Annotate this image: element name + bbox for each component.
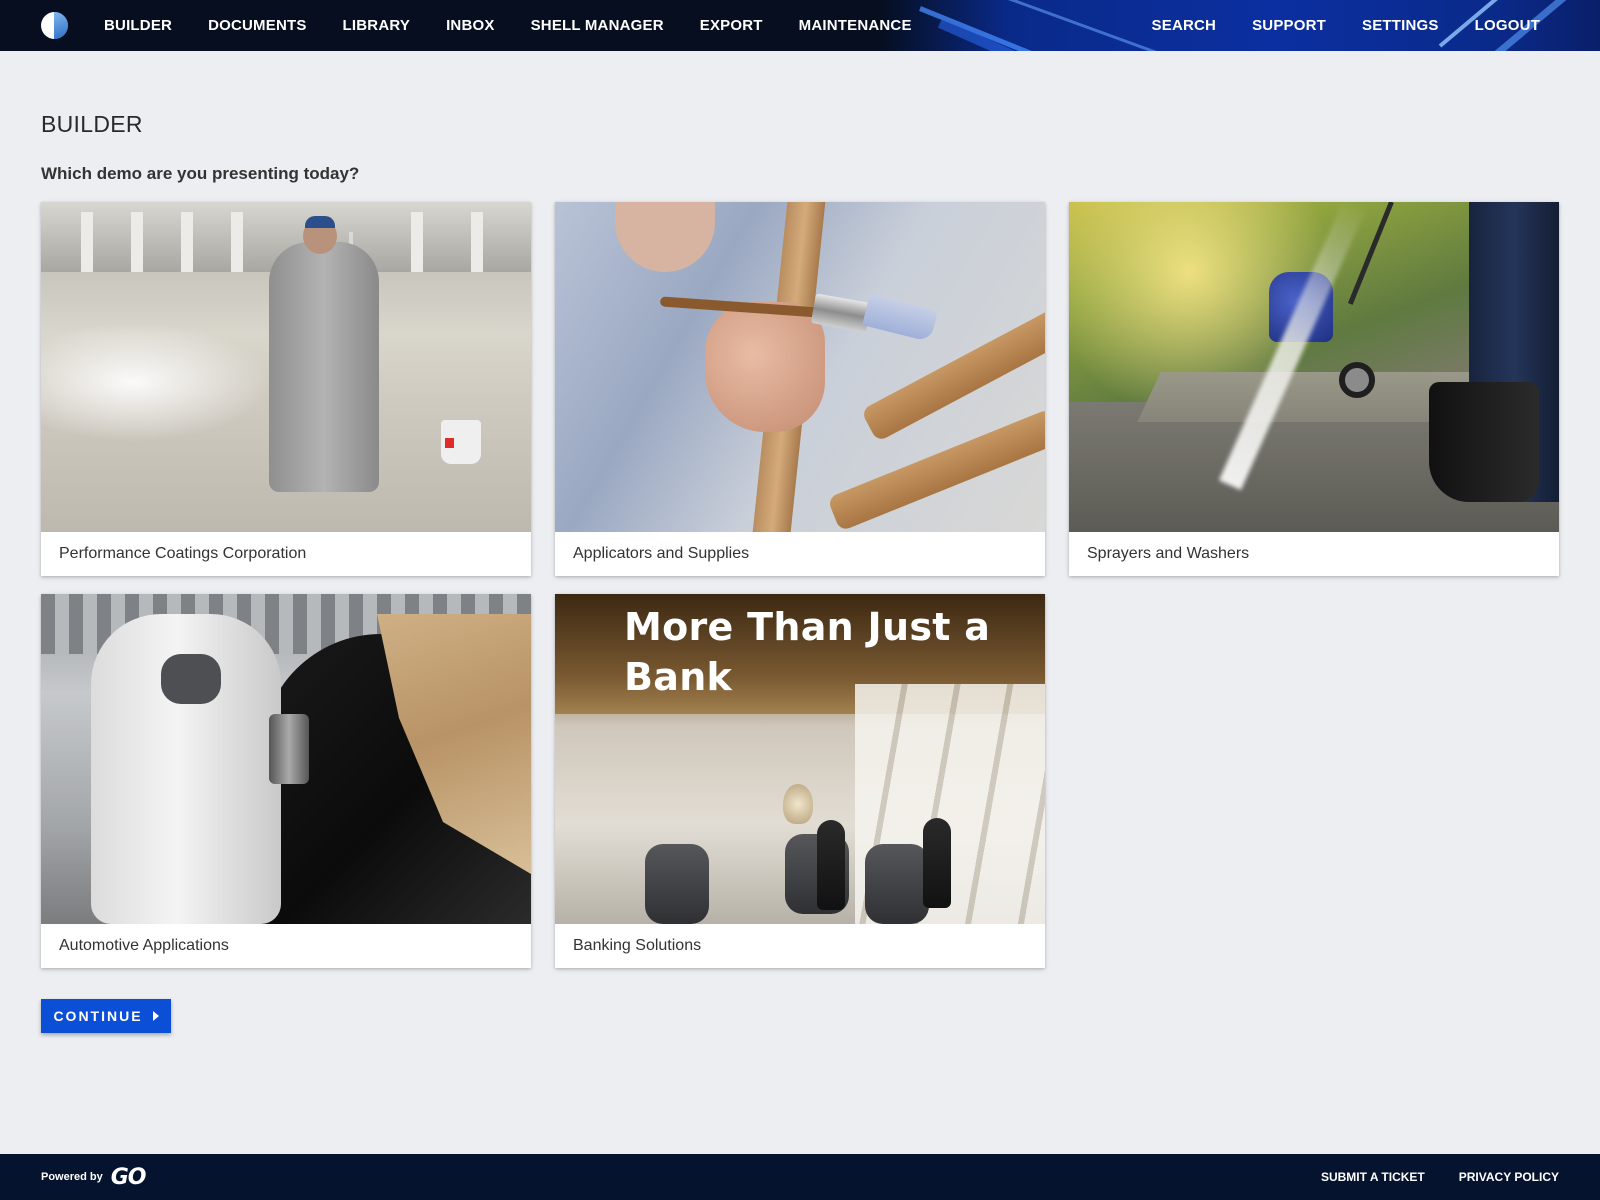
demo-card-applicators-supplies[interactable]: Applicators and Supplies	[555, 202, 1045, 576]
demo-card-image	[555, 202, 1045, 532]
caret-right-icon	[152, 1011, 159, 1021]
nav-inbox[interactable]: INBOX	[446, 17, 495, 34]
demo-card-image: More Than Just a Bank	[555, 594, 1045, 924]
nav-documents[interactable]: DOCUMENTS	[208, 17, 306, 34]
primary-nav: BUILDER DOCUMENTS LIBRARY INBOX SHELL MA…	[104, 0, 948, 51]
continue-button-label: CONTINUE	[53, 1008, 143, 1024]
demo-card-image	[1069, 202, 1559, 532]
nav-export[interactable]: EXPORT	[700, 17, 763, 34]
demo-card-banking[interactable]: More Than Just a Bank Banking Solutions	[555, 594, 1045, 968]
nav-support[interactable]: SUPPORT	[1252, 17, 1326, 34]
demo-card-label: Automotive Applications	[59, 937, 229, 954]
continue-button[interactable]: CONTINUE	[41, 999, 171, 1033]
submit-ticket-link[interactable]: SUBMIT A TICKET	[1321, 1170, 1425, 1184]
footer: Powered by GO SUBMIT A TICKET PRIVACY PO…	[0, 1154, 1600, 1200]
demo-question: Which demo are you presenting today?	[41, 164, 360, 183]
nav-search[interactable]: SEARCH	[1152, 17, 1217, 34]
go-brand-logo[interactable]: GO	[111, 1165, 147, 1190]
nav-logout[interactable]: LOGOUT	[1475, 17, 1540, 34]
demo-card-label: Banking Solutions	[573, 937, 702, 954]
nav-shell-manager[interactable]: SHELL MANAGER	[531, 17, 664, 34]
demo-card-image	[41, 594, 531, 924]
demo-card-label: Performance Coatings Corporation	[59, 545, 307, 562]
demo-card-label: Applicators and Supplies	[573, 545, 750, 562]
nav-maintenance[interactable]: MAINTENANCE	[799, 17, 912, 34]
demo-card-sprayers-washers[interactable]: Sprayers and Washers	[1069, 202, 1559, 576]
powered-by: Powered by GO	[41, 1154, 147, 1200]
secondary-nav: SEARCH SUPPORT SETTINGS LOGOUT	[1116, 0, 1540, 51]
nav-library[interactable]: LIBRARY	[343, 17, 411, 34]
demo-card-image	[41, 202, 531, 532]
nav-settings[interactable]: SETTINGS	[1362, 17, 1439, 34]
page-title: BUILDER	[41, 111, 143, 137]
top-navigation-bar: BUILDER DOCUMENTS LIBRARY INBOX SHELL MA…	[0, 0, 1600, 51]
demo-card-performance-coatings[interactable]: Performance Coatings Corporation	[41, 202, 531, 576]
powered-by-label: Powered by	[41, 1171, 103, 1183]
demo-card-automotive[interactable]: Automotive Applications	[41, 594, 531, 968]
banking-ad-text: More Than Just a Bank	[624, 605, 991, 699]
privacy-policy-link[interactable]: PRIVACY POLICY	[1459, 1170, 1559, 1184]
app-logo-icon[interactable]	[41, 12, 68, 39]
footer-links: SUBMIT A TICKET PRIVACY POLICY	[1287, 1154, 1559, 1200]
nav-builder[interactable]: BUILDER	[104, 17, 172, 34]
demo-card-label: Sprayers and Washers	[1087, 545, 1250, 562]
